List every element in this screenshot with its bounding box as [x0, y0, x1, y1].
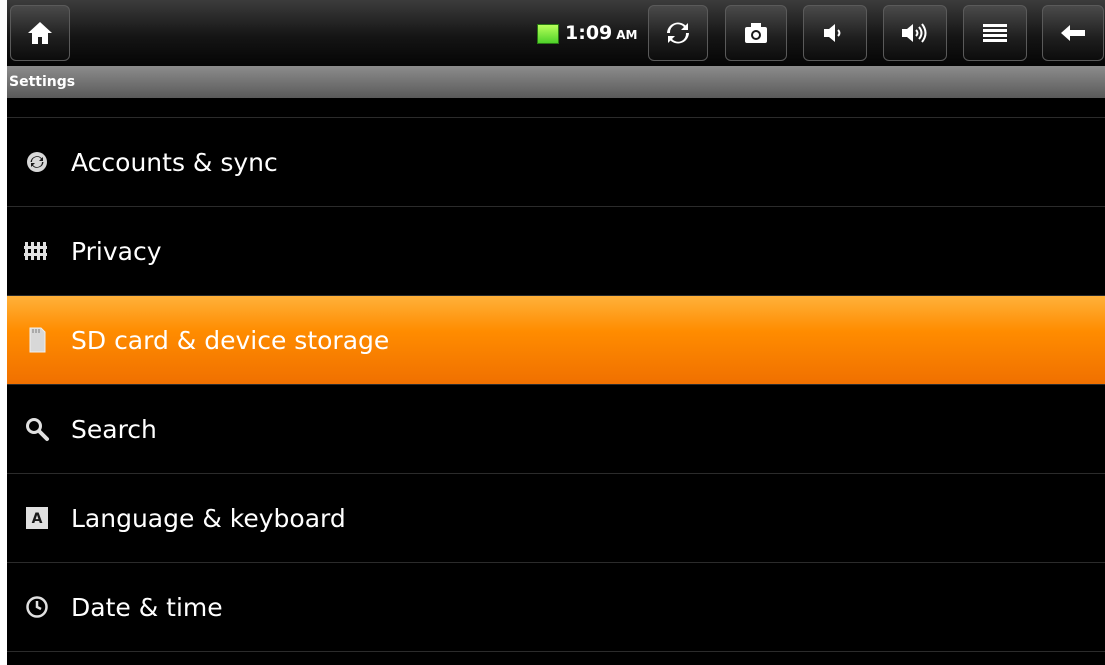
- clock-ampm: AM: [616, 28, 638, 42]
- volume-down-icon: [824, 24, 841, 42]
- menu-icon: [983, 24, 1007, 42]
- settings-item-date-time[interactable]: Date & time: [7, 563, 1105, 652]
- list-item-partial: [7, 98, 1105, 118]
- privacy-icon: [21, 235, 53, 267]
- volume-down-button[interactable]: [803, 5, 867, 61]
- settings-list[interactable]: Accounts & sync Privacy SD card & device…: [7, 98, 1105, 652]
- settings-item-label: Privacy: [71, 236, 162, 266]
- keyboard-icon: A: [21, 502, 53, 534]
- back-button[interactable]: [1042, 5, 1104, 61]
- menu-button[interactable]: [963, 5, 1027, 61]
- svg-text:A: A: [32, 511, 43, 527]
- settings-item-label: Search: [71, 414, 157, 444]
- home-button[interactable]: [10, 5, 70, 61]
- home-icon: [28, 22, 52, 44]
- refresh-button[interactable]: [648, 5, 708, 61]
- status-clock: 1:09 AM: [565, 20, 638, 46]
- settings-item-language-keyboard[interactable]: A Language & keyboard: [7, 474, 1105, 563]
- settings-item-sd-card-storage[interactable]: SD card & device storage: [7, 296, 1105, 385]
- screenshot-button[interactable]: [725, 5, 787, 61]
- settings-item-privacy[interactable]: Privacy: [7, 207, 1105, 296]
- title-bar: Settings: [7, 66, 1105, 98]
- volume-up-button[interactable]: [883, 5, 947, 61]
- clock-time: 1:09: [565, 22, 613, 44]
- settings-item-label: Language & keyboard: [71, 503, 346, 533]
- back-icon: [1061, 25, 1085, 41]
- sd-card-icon: [21, 324, 53, 356]
- settings-item-label: Date & time: [71, 592, 223, 622]
- search-icon: [21, 413, 53, 445]
- refresh-icon: [667, 22, 689, 44]
- settings-item-accounts-sync[interactable]: Accounts & sync: [7, 118, 1105, 207]
- battery-icon: [537, 24, 559, 44]
- clock-icon: [21, 591, 53, 623]
- device-screen: 1:09 AM Settings Accounts & sync Privacy…: [7, 0, 1105, 665]
- settings-item-search[interactable]: Search: [7, 385, 1105, 474]
- camera-icon: [745, 23, 767, 43]
- volume-up-icon: [902, 23, 927, 43]
- settings-item-label: Accounts & sync: [71, 147, 278, 177]
- page-title: Settings: [9, 74, 76, 90]
- status-bar: 1:09 AM: [7, 0, 1105, 67]
- sync-icon: [21, 146, 53, 178]
- settings-item-label: SD card & device storage: [71, 325, 390, 355]
